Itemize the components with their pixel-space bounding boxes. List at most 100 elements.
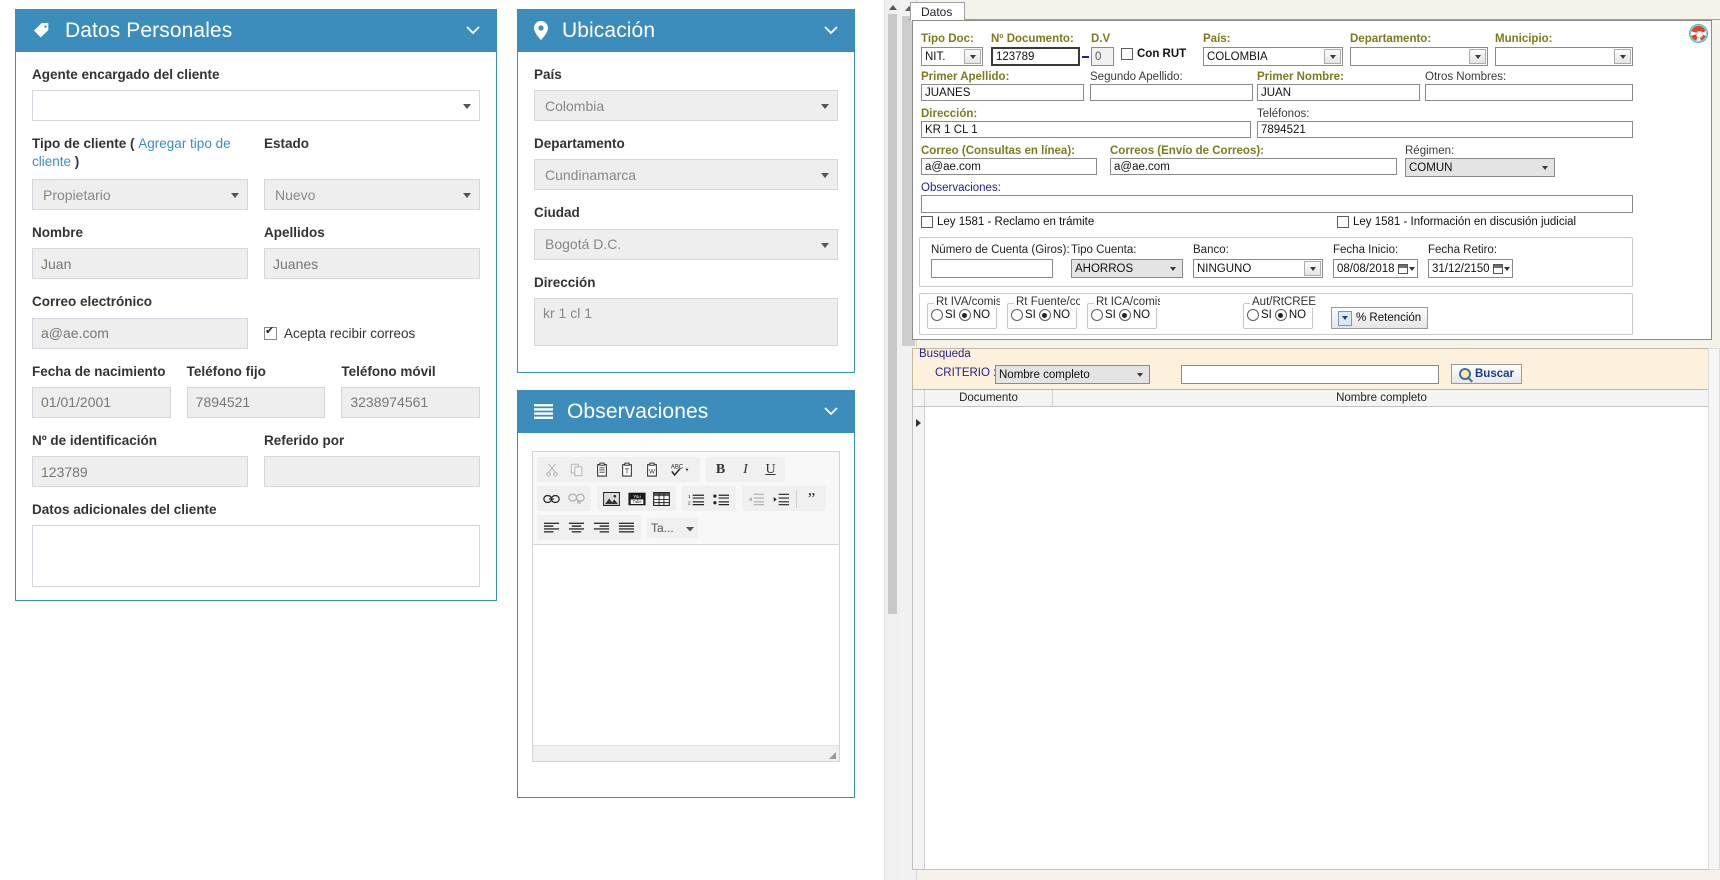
retention-percent-button[interactable]: % Retención: [1331, 307, 1429, 329]
correos-envio-input[interactable]: a@ae.com: [1110, 158, 1397, 175]
cut-icon[interactable]: [539, 458, 564, 481]
retention-2-si[interactable]: SI: [1091, 309, 1116, 321]
bulleted-list-icon[interactable]: [709, 487, 734, 510]
telefonos-input[interactable]: 7894521: [1257, 121, 1633, 138]
retention-3-no[interactable]: NO: [1274, 309, 1306, 321]
primer-nombre-input[interactable]: JUAN: [1257, 84, 1420, 101]
extra-data-textarea[interactable]: [32, 525, 480, 588]
apellidos-input[interactable]: [264, 248, 480, 280]
styles-dropdown[interactable]: Ta...: [647, 517, 698, 538]
correo-consultas-input[interactable]: a@ae.com: [921, 158, 1097, 175]
retention-0-si[interactable]: SI: [931, 309, 956, 321]
table-icon[interactable]: [649, 487, 674, 510]
paste-from-word-icon[interactable]: W: [639, 458, 664, 481]
paste-icon[interactable]: [589, 458, 614, 481]
editor-content-area[interactable]: [533, 545, 839, 745]
criterio-combo[interactable]: Nombre completo: [995, 365, 1150, 384]
departamento-select[interactable]: Cundinamarca: [534, 159, 838, 191]
retention-0-no[interactable]: NO: [958, 309, 990, 321]
grid-vertical-scrollbar[interactable]: [1708, 348, 1720, 870]
results-grid-body[interactable]: [912, 407, 1712, 870]
retention-1-si[interactable]: SI: [1011, 309, 1036, 321]
outdent-icon[interactable]: [744, 487, 769, 510]
chevron-down-icon[interactable]: [464, 22, 482, 40]
italic-icon[interactable]: I: [733, 458, 758, 481]
pais-combo[interactable]: COLOMBIA: [1203, 47, 1343, 66]
pais-select[interactable]: Colombia: [534, 90, 838, 122]
num-id-input[interactable]: [32, 456, 248, 488]
tel-movil-input[interactable]: [341, 386, 481, 418]
agent-select[interactable]: [32, 90, 480, 122]
justify-icon[interactable]: [614, 516, 639, 539]
numbered-list-icon[interactable]: 12: [684, 487, 709, 510]
regimen-combo[interactable]: COMUN: [1405, 158, 1555, 177]
lifebuoy-help-icon[interactable]: [1690, 25, 1707, 42]
align-left-icon[interactable]: [539, 516, 564, 539]
referido-input[interactable]: [264, 456, 480, 488]
chevron-down-icon[interactable]: [822, 403, 840, 421]
paste-as-plain-text-icon[interactable]: T: [614, 458, 639, 481]
primer-apellido-input[interactable]: JUANES: [921, 84, 1084, 101]
underline-icon[interactable]: U: [758, 458, 783, 481]
page-scrollbar[interactable]: [884, 0, 900, 880]
editor-resize-handle[interactable]: [533, 745, 839, 761]
ley-reclamo-checkbox[interactable]: Ley 1581 - Reclamo en trámite: [921, 216, 1094, 228]
retention-3-si[interactable]: SI: [1247, 309, 1272, 321]
unlink-icon[interactable]: [564, 487, 589, 510]
banco-combo[interactable]: NINGUNO: [1193, 259, 1323, 278]
client-type-select[interactable]: Propietario: [32, 179, 248, 211]
search-input[interactable]: [1181, 365, 1439, 384]
youtube-icon[interactable]: You Tube: [624, 487, 649, 510]
scroll-up-arrow-icon[interactable]: [889, 5, 897, 10]
segundo-apellido-input[interactable]: [1090, 84, 1253, 101]
dv-input[interactable]: 0: [1091, 47, 1114, 66]
chevron-down-icon[interactable]: [822, 22, 840, 40]
client-type-label-end: ): [74, 154, 80, 170]
blockquote-icon[interactable]: ”: [799, 487, 824, 510]
grid-column-nombre-completo[interactable]: Nombre completo: [1053, 390, 1711, 406]
otros-nombres-input[interactable]: [1425, 84, 1633, 101]
fecha-retiro-datepicker[interactable]: 31/12/2150: [1428, 259, 1513, 278]
tab-datos[interactable]: Datos: [910, 2, 966, 21]
accept-mail-checkbox[interactable]: Acepta recibir correos: [264, 318, 480, 349]
link-icon[interactable]: [539, 487, 564, 510]
agent-label: Agente encargado del cliente: [32, 67, 220, 82]
observaciones-input[interactable]: [921, 195, 1633, 213]
panel-ubicacion-body: País Colombia Departamento Cundinamarca …: [518, 52, 854, 367]
tipo-doc-combo[interactable]: NIT.: [921, 47, 983, 66]
departamento-combo[interactable]: [1350, 47, 1488, 66]
indent-icon[interactable]: [769, 487, 794, 510]
correo-input[interactable]: [32, 317, 248, 349]
retention-1-no[interactable]: NO: [1038, 309, 1070, 321]
calendar-icon[interactable]: [1396, 261, 1416, 276]
num-doc-input[interactable]: 123789: [991, 47, 1080, 66]
tel-fijo-input[interactable]: [186, 386, 326, 418]
tipo-cuenta-combo[interactable]: AHORROS: [1071, 259, 1183, 278]
num-cuenta-input[interactable]: [931, 259, 1053, 278]
direccion-textarea[interactable]: kr 1 cl 1: [534, 297, 838, 346]
image-icon[interactable]: [599, 487, 624, 510]
ciudad-select[interactable]: Bogotá D.C.: [534, 228, 838, 260]
search-button[interactable]: Buscar: [1451, 364, 1522, 384]
radio-selected-icon: [1274, 309, 1287, 321]
grid-column-documento[interactable]: Documento: [925, 390, 1053, 406]
bold-icon[interactable]: B: [708, 458, 733, 481]
align-center-icon[interactable]: [564, 516, 589, 539]
municipio-combo[interactable]: [1495, 47, 1633, 66]
ley-info-checkbox[interactable]: Ley 1581 - Información en discusión judi…: [1337, 216, 1576, 228]
calendar-icon[interactable]: [1491, 261, 1511, 276]
primer-nombre-label: Primer Nombre:: [1257, 71, 1344, 83]
con-rut-checkbox[interactable]: Con RUT: [1121, 48, 1186, 60]
estado-select[interactable]: Nuevo: [264, 179, 480, 211]
fecha-inicio-datepicker[interactable]: 08/08/2018: [1333, 259, 1418, 278]
scrollbar-thumb[interactable]: [888, 14, 897, 614]
retention-2-no[interactable]: NO: [1118, 309, 1150, 321]
align-right-icon[interactable]: [589, 516, 614, 539]
nombre-input[interactable]: [32, 248, 248, 280]
panel-ubicacion: Ubicación País Colombia Departamento Cun…: [517, 9, 855, 373]
fecha-nac-input[interactable]: [32, 386, 171, 418]
grid-row-selector[interactable]: [913, 407, 925, 869]
spellcheck-icon[interactable]: ABC: [664, 458, 698, 481]
copy-icon[interactable]: [564, 458, 589, 481]
direccion-input[interactable]: KR 1 CL 1: [921, 121, 1251, 138]
